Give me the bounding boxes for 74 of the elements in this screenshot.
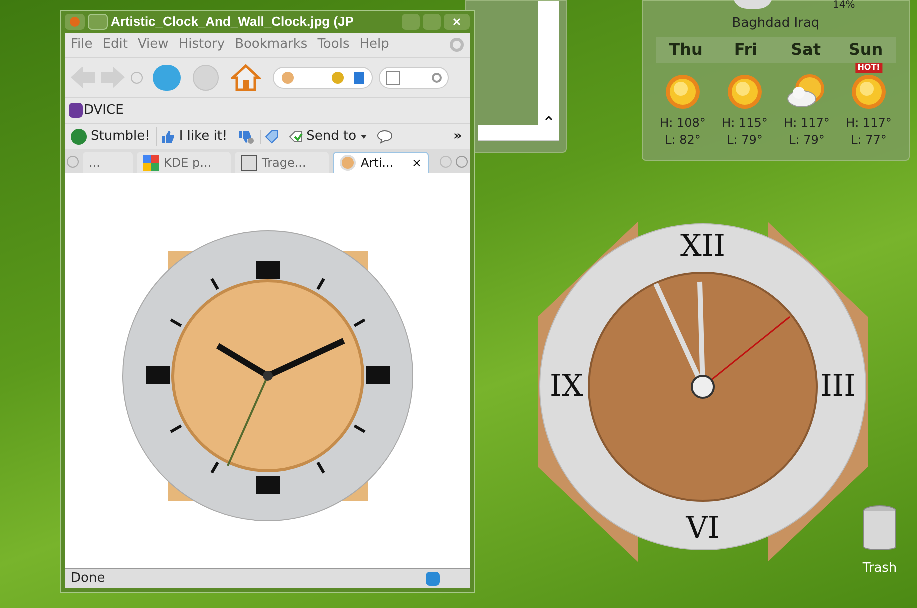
sun-icon	[664, 73, 702, 111]
high-temperature: H: 115°	[722, 115, 768, 132]
close-tab-icon[interactable]: ×	[412, 154, 422, 172]
browser-tab[interactable]: ...	[83, 152, 133, 173]
minimize-button[interactable]	[402, 14, 420, 30]
reload-button[interactable]	[153, 64, 181, 90]
firefox-logo-icon[interactable]	[65, 14, 85, 30]
low-temperature: L: 79°	[789, 132, 825, 148]
menu-item[interactable]: Bookmarks	[235, 35, 308, 55]
info-icon[interactable]	[354, 72, 364, 84]
maximize-button[interactable]	[423, 14, 441, 30]
window-title: Artistic_Clock_And_Wall_Clock.jpg (JP	[111, 13, 354, 32]
browser-tab[interactable]: Trage...	[235, 152, 329, 173]
location-text: Baghdad Iraq	[732, 15, 820, 33]
menu-item[interactable]: File	[71, 35, 93, 55]
clock-numeral: VI	[686, 514, 720, 544]
sun-icon	[726, 73, 764, 111]
trash-label: Trash	[862, 560, 898, 578]
sun-icon	[850, 73, 888, 111]
clock-numeral: XII	[680, 232, 726, 262]
vertical-scrollbar[interactable]	[538, 1, 559, 125]
throbber-icon	[450, 38, 464, 52]
high-temperature: H: 117°	[846, 115, 892, 132]
thumbs-up-icon	[161, 130, 176, 144]
overflow-chevron[interactable]: »	[454, 126, 468, 146]
caret-icon	[360, 134, 367, 138]
window-menu-icon[interactable]	[88, 14, 108, 30]
day-label: Thu	[668, 39, 704, 61]
bookmark-link[interactable]: DVICE	[69, 100, 124, 120]
status-text: Done	[71, 570, 106, 588]
low-temperature: L: 77°	[851, 132, 887, 148]
menu-item[interactable]: Edit	[102, 35, 128, 55]
search-icon[interactable]	[432, 72, 442, 82]
like-button[interactable]: I like it!	[156, 126, 232, 146]
low-temperature: L: 82°	[665, 132, 701, 148]
search-engine-icon[interactable]	[386, 70, 400, 84]
scroll-left-icon[interactable]	[67, 156, 79, 168]
day-label: Sun	[848, 39, 884, 61]
horizontal-scrollbar[interactable]	[478, 125, 559, 141]
home-button[interactable]	[231, 64, 261, 92]
send-tag-icon	[288, 130, 303, 142]
send-to-button[interactable]: Send to	[284, 126, 371, 146]
close-button[interactable]	[444, 14, 470, 30]
low-temperature: L: 79°	[727, 132, 763, 148]
kde-look-icon	[241, 154, 257, 170]
menu-item[interactable]: Help	[360, 35, 390, 55]
search-field[interactable]	[379, 66, 449, 88]
site-icon	[282, 72, 294, 84]
address-field[interactable]	[273, 66, 373, 88]
menu-item[interactable]: Tools	[318, 35, 350, 55]
bookmark-logo-icon	[69, 103, 83, 118]
scroll-right-icon[interactable]	[440, 156, 452, 168]
colored-squares-icon	[143, 154, 159, 170]
clock-numeral: IX	[550, 372, 584, 402]
high-temperature: H: 117°	[784, 115, 830, 132]
menu-item[interactable]: History	[178, 35, 226, 55]
stumble-button[interactable]: Stumble!	[67, 126, 154, 146]
browser-tab[interactable]: Arti... ×	[333, 152, 429, 173]
humidity-text: 14%	[833, 1, 856, 11]
clock-numeral: III	[820, 372, 856, 402]
stop-button[interactable]	[193, 64, 219, 90]
browser-tab[interactable]: KDE p...	[137, 152, 231, 173]
stumble-logo-icon	[71, 128, 87, 144]
tab-list-icon[interactable]	[456, 156, 468, 168]
clock-favicon-icon	[340, 155, 356, 171]
history-dropdown-icon[interactable]	[131, 72, 143, 84]
high-temperature: H: 108°	[660, 115, 706, 132]
trash-can-icon[interactable]	[862, 505, 898, 553]
hot-badge: HOT!	[856, 63, 882, 73]
day-label: Sat	[790, 39, 822, 61]
day-label: Fri	[733, 39, 759, 61]
menu-item[interactable]: View	[138, 35, 169, 55]
extension-icon[interactable]	[426, 572, 440, 586]
close-icon	[453, 18, 461, 26]
